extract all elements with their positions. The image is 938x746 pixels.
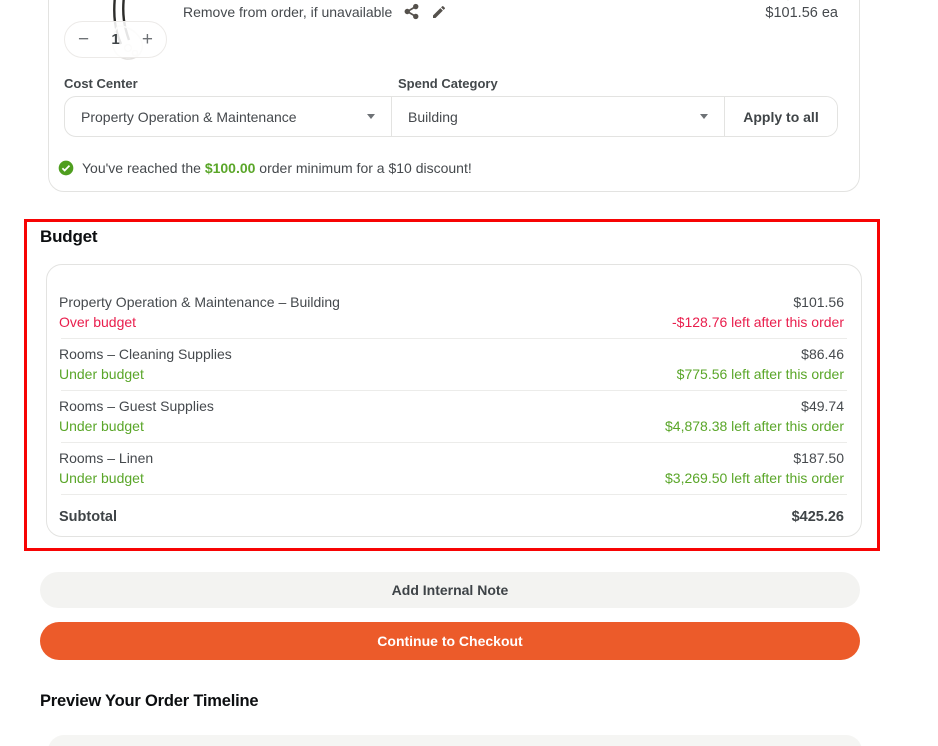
budget-remaining-label: $4,878.38 left after this order	[665, 418, 844, 434]
chevron-down-icon	[367, 114, 375, 119]
budget-remaining-label: $3,269.50 left after this order	[665, 470, 844, 486]
budget-row-status-line: Over budget -$128.76 left after this ord…	[59, 312, 844, 332]
remove-note-row: Remove from order, if unavailable	[183, 3, 447, 20]
subtotal-label: Subtotal	[59, 509, 117, 525]
quantity-value: 1	[111, 31, 120, 48]
item-unit-price: $101.56 ea	[765, 5, 838, 21]
budget-line-amount: $187.50	[793, 450, 844, 466]
allocation-controls: Property Operation & Maintenance Buildin…	[64, 96, 838, 137]
spend-category-select[interactable]: Building	[391, 97, 724, 136]
subtotal-value: $425.26	[791, 509, 844, 525]
cost-center-select[interactable]: Property Operation & Maintenance	[65, 97, 391, 136]
apply-to-all-button[interactable]: Apply to all	[724, 97, 837, 136]
budget-status-label: Under budget	[59, 470, 144, 486]
budget-line-name: Rooms – Linen	[59, 450, 154, 466]
budget-row: Property Operation & Maintenance – Build…	[47, 287, 861, 338]
budget-row-main-line: Rooms – Linen $187.50	[59, 448, 844, 468]
budget-line-name: Rooms – Cleaning Supplies	[59, 346, 232, 362]
budget-row: Rooms – Linen $187.50 Under budget $3,26…	[47, 443, 861, 494]
budget-row-status-line: Under budget $775.56 left after this ord…	[59, 364, 844, 384]
budget-line-amount: $101.56	[793, 294, 844, 310]
quantity-stepper: − 1 +	[64, 21, 167, 58]
timeline-panel	[48, 735, 862, 746]
budget-line-name: Property Operation & Maintenance – Build…	[59, 294, 340, 310]
cart-page: Remove from order, if unavailable $101.5…	[0, 0, 938, 746]
check-circle-icon	[58, 160, 74, 176]
share-icon[interactable]	[403, 3, 420, 20]
quantity-increase-button[interactable]: +	[142, 30, 153, 49]
add-internal-note-button[interactable]: Add Internal Note	[40, 572, 860, 608]
discount-message: You've reached the $100.00 order minimum…	[82, 160, 472, 176]
budget-row-main-line: Property Operation & Maintenance – Build…	[59, 292, 844, 312]
budget-card: Property Operation & Maintenance – Build…	[46, 264, 862, 537]
budget-row: Rooms – Cleaning Supplies $86.46 Under b…	[47, 339, 861, 390]
budget-line-name: Rooms – Guest Supplies	[59, 398, 214, 414]
chevron-down-icon	[700, 114, 708, 119]
budget-line-amount: $49.74	[801, 398, 844, 414]
budget-heading: Budget	[40, 227, 98, 246]
minimum-amount: $100.00	[204, 160, 256, 176]
discount-message-suffix: order minimum for a $10 discount!	[255, 160, 472, 176]
budget-row-main-line: Rooms – Guest Supplies $49.74	[59, 396, 844, 416]
budget-line-amount: $86.46	[801, 346, 844, 362]
discount-banner: You've reached the $100.00 order minimum…	[58, 160, 472, 176]
discount-message-prefix: You've reached the	[82, 160, 205, 176]
budget-rows: Property Operation & Maintenance – Build…	[47, 287, 861, 495]
quantity-decrease-button[interactable]: −	[78, 30, 89, 49]
budget-remaining-label: $775.56 left after this order	[676, 366, 844, 382]
edit-icon[interactable]	[431, 4, 447, 20]
budget-status-label: Over budget	[59, 314, 137, 330]
budget-row-status-line: Under budget $4,878.38 left after this o…	[59, 416, 844, 436]
cost-center-label: Cost Center	[64, 76, 138, 91]
timeline-heading: Preview Your Order Timeline	[40, 692, 259, 710]
subtotal-row: Subtotal $425.26	[47, 495, 861, 527]
budget-status-label: Under budget	[59, 418, 144, 434]
budget-row: Rooms – Guest Supplies $49.74 Under budg…	[47, 391, 861, 442]
budget-status-label: Under budget	[59, 366, 144, 382]
continue-to-checkout-button[interactable]: Continue to Checkout	[40, 622, 860, 660]
budget-row-status-line: Under budget $3,269.50 left after this o…	[59, 468, 844, 488]
cost-center-value: Property Operation & Maintenance	[81, 108, 297, 125]
budget-remaining-label: -$128.76 left after this order	[672, 314, 844, 330]
remove-if-unavailable-label: Remove from order, if unavailable	[183, 3, 393, 20]
spend-category-label: Spend Category	[398, 76, 498, 91]
item-total-price: $101.56	[784, 0, 838, 3]
budget-row-main-line: Rooms – Cleaning Supplies $86.46	[59, 344, 844, 364]
spend-category-value: Building	[408, 108, 458, 125]
